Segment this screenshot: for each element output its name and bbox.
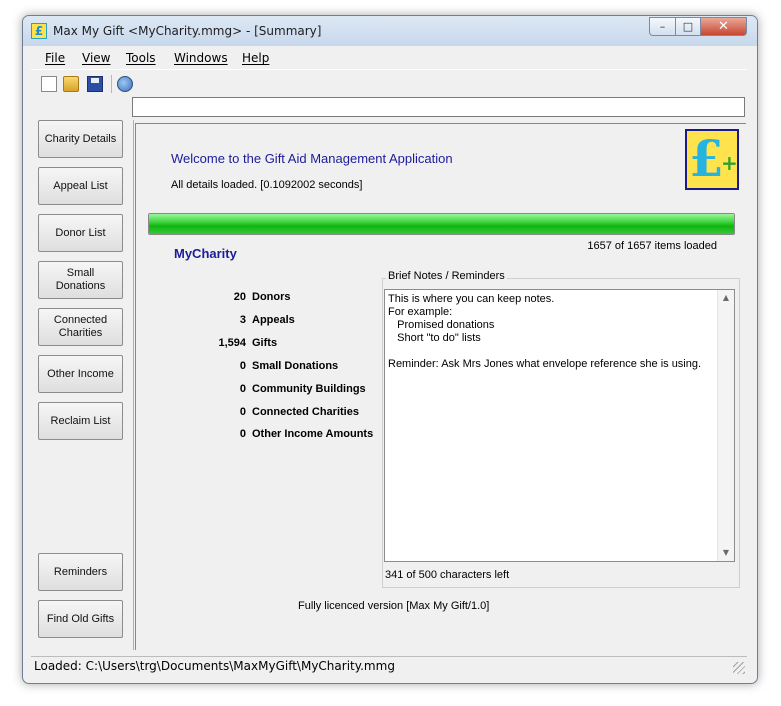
summary-panel: Welcome to the Gift Aid Management Appli… — [135, 123, 746, 650]
stat-label: Community Buildings — [252, 383, 366, 395]
charity-details-button[interactable]: Charity Details — [38, 120, 123, 158]
stat-row-connected-charities: 0 Connected Charities — [176, 406, 406, 424]
reclaim-list-button[interactable]: Reclaim List — [38, 402, 123, 440]
welcome-title: Welcome to the Gift Aid Management Appli… — [171, 151, 453, 166]
toolbar — [31, 69, 747, 96]
stat-label: Gifts — [252, 337, 278, 349]
toolbar-separator — [111, 75, 112, 93]
new-file-icon[interactable] — [41, 76, 57, 92]
other-income-button[interactable]: Other Income — [38, 355, 123, 393]
stat-label: Connected Charities — [252, 406, 359, 418]
stat-value: 0 — [239, 360, 246, 372]
stat-label: Appeals — [252, 314, 295, 326]
address-field[interactable] — [132, 97, 745, 117]
progress-fill — [149, 214, 734, 234]
menu-tools[interactable]: Tools — [126, 51, 156, 65]
stat-row-gifts: 1,594 Gifts — [176, 337, 406, 355]
stat-value: 20 — [233, 291, 246, 303]
open-folder-icon[interactable] — [63, 76, 79, 92]
notes-textarea[interactable]: This is where you can keep notes. For ex… — [384, 289, 735, 562]
notes-scrollbar[interactable]: ▲ ▼ — [717, 290, 734, 561]
stat-value: 0 — [239, 383, 246, 395]
find-old-gifts-button[interactable]: Find Old Gifts — [38, 600, 123, 638]
reminders-button[interactable]: Reminders — [38, 553, 123, 591]
load-progress-bar — [148, 213, 735, 235]
scroll-up-icon[interactable]: ▲ — [720, 292, 732, 304]
stat-value: 1,594 — [218, 337, 246, 349]
stat-label: Donors — [252, 291, 291, 303]
stat-row-appeals: 3 Appeals — [176, 314, 406, 332]
minimize-button[interactable]: – — [649, 17, 676, 36]
save-icon[interactable] — [87, 76, 103, 92]
scroll-down-icon[interactable]: ▼ — [720, 547, 732, 559]
gift-aid-logo: £ + — [685, 129, 739, 190]
charity-name: MyCharity — [174, 246, 237, 261]
connected-charities-button[interactable]: Connected Charities — [38, 308, 123, 346]
plus-icon: + — [721, 151, 738, 175]
app-icon: £ — [31, 23, 47, 39]
stat-value: 0 — [239, 428, 246, 440]
stat-value: 0 — [239, 406, 246, 418]
stat-row-other-income: 0 Other Income Amounts — [176, 428, 406, 446]
stat-row-small-donations: 0 Small Donations — [176, 360, 406, 378]
stat-label: Other Income Amounts — [252, 428, 374, 440]
appeal-list-button[interactable]: Appeal List — [38, 167, 123, 205]
status-text: Loaded: C:\Users\trg\Documents\MaxMyGift… — [34, 659, 395, 673]
menu-bar: File View Tools Windows Help — [31, 47, 747, 69]
notes-text[interactable]: This is where you can keep notes. For ex… — [388, 293, 713, 371]
notes-legend: Brief Notes / Reminders — [386, 270, 507, 282]
stat-row-community-buildings: 0 Community Buildings — [176, 383, 406, 401]
resize-grip-icon[interactable] — [733, 662, 745, 674]
menu-help[interactable]: Help — [242, 51, 269, 65]
items-loaded-text: 1657 of 1657 items loaded — [587, 240, 717, 252]
status-bar: Loaded: C:\Users\trg\Documents\MaxMyGift… — [31, 656, 747, 676]
help-icon[interactable] — [117, 76, 133, 92]
licence-text: Fully licenced version [Max My Gift/1.0] — [298, 600, 490, 612]
window-title: Max My Gift <MyCharity.mmg> - [Summary] — [53, 24, 322, 38]
stat-label: Small Donations — [252, 360, 339, 372]
menu-windows[interactable]: Windows — [174, 51, 228, 65]
title-bar[interactable]: £ Max My Gift <MyCharity.mmg> - [Summary… — [23, 16, 757, 46]
sidebar: Charity Details Appeal List Donor List S… — [31, 120, 134, 650]
stat-value: 3 — [239, 314, 246, 326]
donor-list-button[interactable]: Donor List — [38, 214, 123, 252]
pound-icon: £ — [689, 129, 724, 188]
close-button[interactable]: ✕ — [700, 17, 747, 36]
stat-row-donors: 20 Donors — [176, 291, 406, 309]
char-count-text: 341 of 500 characters left — [385, 569, 510, 581]
maximize-button[interactable]: □ — [675, 17, 701, 36]
details-loaded-text: All details loaded. [0.1092002 seconds] — [171, 179, 363, 191]
small-donations-button[interactable]: Small Donations — [38, 261, 123, 299]
menu-view[interactable]: View — [82, 51, 110, 65]
menu-file[interactable]: File — [45, 51, 65, 65]
app-window: £ Max My Gift <MyCharity.mmg> - [Summary… — [22, 15, 758, 684]
